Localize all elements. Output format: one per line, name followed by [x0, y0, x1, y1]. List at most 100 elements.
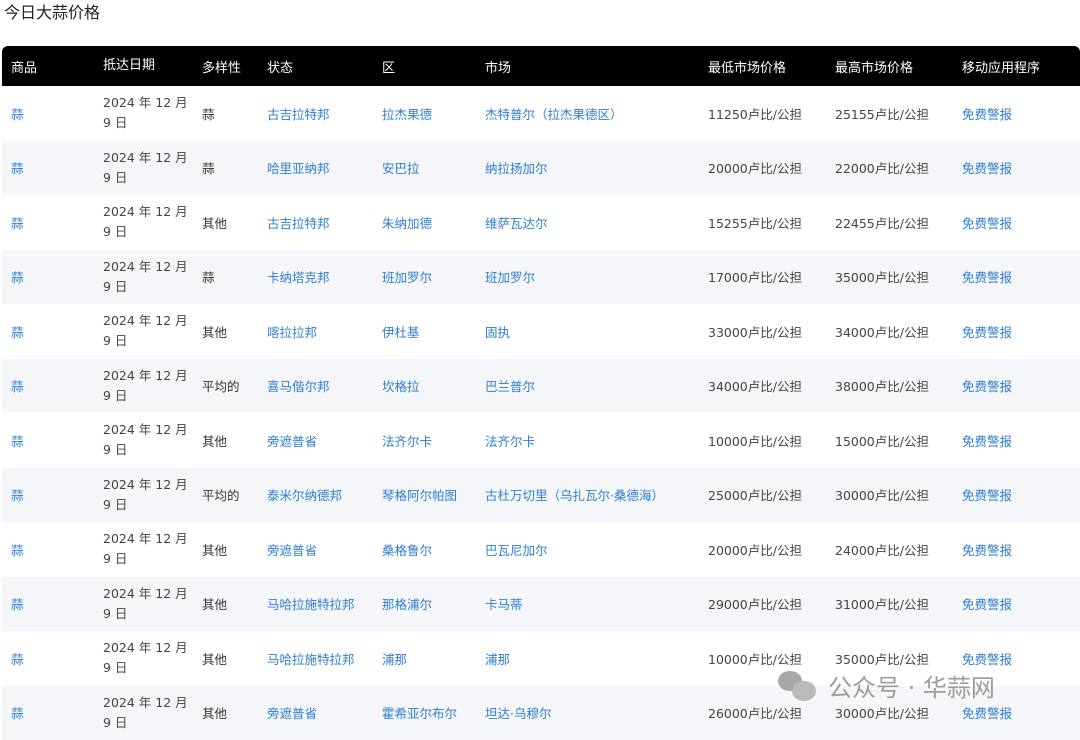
min-price: 10000卢比/公担 — [708, 649, 835, 668]
max-price: 24000卢比/公担 — [835, 540, 962, 559]
free-alert-link[interactable]: 免费警报 — [962, 270, 1012, 285]
market-link[interactable]: 古杜万切里（乌扎瓦尔·桑德海） — [485, 488, 664, 503]
date-line-1: 2024 年 12 月 — [103, 93, 202, 113]
commodity-link[interactable]: 蒜 — [11, 161, 24, 176]
date-line-2: 9 日 — [103, 549, 202, 569]
district-link[interactable]: 浦那 — [382, 652, 407, 667]
max-price: 31000卢比/公担 — [835, 594, 962, 613]
price-table: 商品 抵达日期 多样性 状态 区 市场 最低市场价格 最高市场价格 移动应用程序… — [2, 46, 1080, 740]
table-row: 蒜2024 年 12 月9 日其他古吉拉特邦朱纳加德维萨瓦达尔15255卢比/公… — [2, 195, 1080, 250]
date-line-2: 9 日 — [103, 495, 202, 515]
district-link[interactable]: 拉杰果德 — [382, 107, 432, 122]
free-alert-link[interactable]: 免费警报 — [962, 434, 1012, 449]
market-link[interactable]: 维萨瓦达尔 — [485, 216, 548, 231]
state-link[interactable]: 旁遮普省 — [267, 434, 317, 449]
market-link[interactable]: 巴兰普尔 — [485, 379, 535, 394]
market-link[interactable]: 卡马蒂 — [485, 597, 523, 612]
page-title: 今日大蒜价格 — [4, 2, 100, 24]
district-link[interactable]: 伊杜基 — [382, 325, 420, 340]
commodity-link[interactable]: 蒜 — [11, 434, 24, 449]
free-alert-link[interactable]: 免费警报 — [962, 543, 1012, 558]
arrival-date: 2024 年 12 月9 日 — [101, 148, 202, 188]
state-link[interactable]: 马哈拉施特拉邦 — [267, 652, 355, 667]
state-link[interactable]: 马哈拉施特拉邦 — [267, 597, 355, 612]
date-line-1: 2024 年 12 月 — [103, 475, 202, 495]
arrival-date: 2024 年 12 月9 日 — [101, 693, 202, 733]
commodity-link[interactable]: 蒜 — [11, 488, 24, 503]
market-link[interactable]: 坦达·乌穆尔 — [485, 706, 551, 721]
table-body: 蒜2024 年 12 月9 日蒜古吉拉特邦拉杰果德杰特普尔（拉杰果德区）1125… — [2, 86, 1080, 740]
min-price: 20000卢比/公担 — [708, 540, 835, 559]
state-link[interactable]: 喀拉拉邦 — [267, 325, 317, 340]
table-row: 蒜 2024 年 12 月9 日其他马哈拉施特拉邦 那格浦尔 卡马蒂 29000卢比/公… — [2, 577, 1080, 632]
arrival-date: 2024 年 12 月9 日 — [101, 420, 202, 460]
district-link[interactable]: 安巴拉 — [382, 161, 420, 176]
free-alert-link[interactable]: 免费警报 — [962, 488, 1012, 503]
commodity-link[interactable]: 蒜 — [11, 325, 24, 340]
free-alert-link[interactable]: 免费警报 — [962, 379, 1012, 394]
market-link[interactable]: 班加罗尔 — [485, 270, 535, 285]
free-alert-link[interactable]: 免费警报 — [962, 706, 1012, 721]
header-variety: 多样性 — [202, 57, 265, 76]
date-line-1: 2024 年 12 月 — [103, 311, 202, 331]
date-line-1: 2024 年 12 月 — [103, 420, 202, 440]
arrival-date: 2024 年 12 月9 日 — [101, 202, 202, 242]
state-link[interactable]: 古吉拉特邦 — [267, 107, 330, 122]
district-link[interactable]: 桑格鲁尔 — [382, 543, 432, 558]
commodity-link[interactable]: 蒜 — [11, 270, 24, 285]
market-link[interactable]: 浦那 — [485, 652, 510, 667]
state-link[interactable]: 旁遮普省 — [267, 543, 317, 558]
table-header: 商品 抵达日期 多样性 状态 区 市场 最低市场价格 最高市场价格 移动应用程序 — [2, 46, 1080, 86]
district-link[interactable]: 霍希亚尔布尔 — [382, 706, 457, 721]
date-line-2: 9 日 — [103, 713, 202, 733]
state-link[interactable]: 喜马偕尔邦 — [267, 379, 330, 394]
commodity-link[interactable]: 蒜 — [11, 597, 24, 612]
commodity-link[interactable]: 蒜 — [11, 107, 24, 122]
min-price: 33000卢比/公担 — [708, 322, 835, 341]
district-link[interactable]: 那格浦尔 — [382, 597, 432, 612]
arrival-date: 2024 年 12 月9 日 — [101, 311, 202, 351]
state-link[interactable]: 哈里亚纳邦 — [267, 161, 330, 176]
free-alert-link[interactable]: 免费警报 — [962, 216, 1012, 231]
market-link[interactable]: 固执 — [485, 325, 510, 340]
date-line-2: 9 日 — [103, 658, 202, 678]
state-link[interactable]: 卡纳塔克邦 — [267, 270, 330, 285]
commodity-link[interactable]: 蒜 — [11, 379, 24, 394]
free-alert-link[interactable]: 免费警报 — [962, 652, 1012, 667]
state-link[interactable]: 古吉拉特邦 — [267, 216, 330, 231]
commodity-link[interactable]: 蒜 — [11, 216, 24, 231]
date-line-2: 9 日 — [103, 604, 202, 624]
district-link[interactable]: 琴格阿尔帕图 — [382, 488, 457, 503]
table-row: 蒜2024 年 12 月9 日平均的泰米尔纳德邦琴格阿尔帕图古杜万切里（乌扎瓦尔… — [2, 468, 1080, 523]
variety: 其他 — [202, 540, 265, 559]
district-link[interactable]: 班加罗尔 — [382, 270, 432, 285]
market-link[interactable]: 杰特普尔（拉杰果德区） — [485, 107, 623, 122]
free-alert-link[interactable]: 免费警报 — [962, 107, 1012, 122]
arrival-date: 2024 年 12 月9 日 — [101, 584, 202, 624]
date-line-1: 2024 年 12 月 — [103, 638, 202, 658]
date-line-2: 9 日 — [103, 168, 202, 188]
date-line-2: 9 日 — [103, 277, 202, 297]
min-price: 29000卢比/公担 — [708, 594, 835, 613]
header-arrival-date: 抵达日期 — [101, 56, 202, 76]
arrival-date: 2024 年 12 月9 日 — [101, 93, 202, 133]
state-link[interactable]: 旁遮普省 — [267, 706, 317, 721]
variety: 其他 — [202, 649, 265, 668]
district-link[interactable]: 坎格拉 — [382, 379, 420, 394]
state-link[interactable]: 泰米尔纳德邦 — [267, 488, 342, 503]
commodity-link[interactable]: 蒜 — [11, 706, 24, 721]
market-link[interactable]: 法齐尔卡 — [485, 434, 535, 449]
variety: 其他 — [202, 594, 265, 613]
date-line-1: 2024 年 12 月 — [103, 584, 202, 604]
district-link[interactable]: 法齐尔卡 — [382, 434, 432, 449]
market-link[interactable]: 巴瓦尼加尔 — [485, 543, 548, 558]
free-alert-link[interactable]: 免费警报 — [962, 325, 1012, 340]
district-link[interactable]: 朱纳加德 — [382, 216, 432, 231]
market-link[interactable]: 纳拉扬加尔 — [485, 161, 548, 176]
commodity-link[interactable]: 蒜 — [11, 543, 24, 558]
max-price: 38000卢比/公担 — [835, 376, 962, 395]
free-alert-link[interactable]: 免费警报 — [962, 597, 1012, 612]
watermark: 公众号 · 华蒜网 — [778, 668, 995, 703]
commodity-link[interactable]: 蒜 — [11, 652, 24, 667]
free-alert-link[interactable]: 免费警报 — [962, 161, 1012, 176]
